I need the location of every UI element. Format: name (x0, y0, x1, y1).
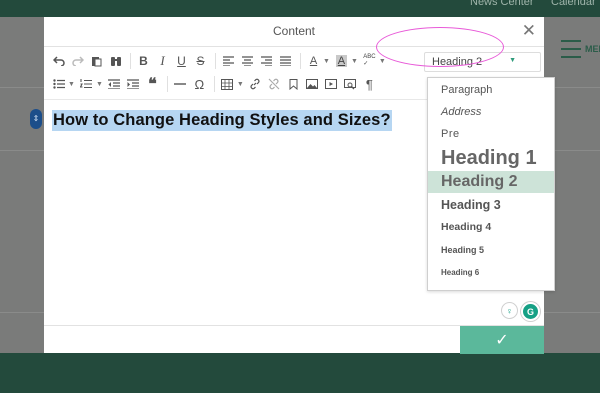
chevron-down-icon: ▼ (509, 57, 516, 64)
modal-header: Content ✕ (44, 17, 544, 47)
format-option-heading-2[interactable]: Heading 2 (428, 171, 554, 193)
redo-icon[interactable] (69, 52, 86, 70)
close-icon[interactable]: ✕ (522, 22, 536, 39)
toolbar-separator (130, 53, 131, 69)
background-footer (0, 353, 600, 393)
link-icon[interactable] (247, 75, 264, 93)
media-embed-icon[interactable] (342, 75, 359, 93)
format-option-heading-4[interactable]: Heading 4 (428, 218, 554, 236)
confirm-button[interactable]: ✓ (460, 326, 544, 354)
nav-link-news-center[interactable]: News Center (470, 0, 534, 8)
format-dropdown-menu: Paragraph Address Pre Heading 1 Heading … (427, 77, 555, 291)
selected-heading-text[interactable]: How to Change Heading Styles and Sizes? (52, 110, 392, 131)
italic-button[interactable]: I (154, 52, 171, 70)
modal-footer: ✓ (44, 325, 544, 354)
drag-handle-icon[interactable]: ⇕ (30, 109, 42, 129)
bulleted-list-icon[interactable] (50, 75, 67, 93)
outdent-icon[interactable] (106, 75, 123, 93)
chevron-down-icon[interactable]: ▼ (237, 81, 244, 88)
grammarly-icon[interactable]: G (521, 302, 540, 321)
video-icon[interactable] (323, 75, 340, 93)
modal-title: Content (272, 24, 316, 38)
undo-icon[interactable] (50, 52, 67, 70)
align-justify-icon[interactable] (277, 52, 294, 70)
bold-button[interactable]: B (135, 52, 152, 70)
toolbar-separator (213, 76, 215, 92)
unlink-icon[interactable] (266, 75, 283, 93)
chevron-down-icon[interactable]: ▼ (379, 58, 386, 65)
background-top-bar: News Center Calendar (0, 0, 600, 17)
format-select-value: Heading 2 (432, 56, 483, 68)
nav-link-calendar[interactable]: Calendar (551, 0, 596, 8)
table-icon[interactable] (219, 75, 236, 93)
blockquote-icon[interactable]: ❝ (144, 75, 161, 93)
format-option-heading-5[interactable]: Heading 5 (428, 241, 554, 259)
chevron-down-icon[interactable]: ▼ (68, 81, 75, 88)
align-center-icon[interactable] (239, 52, 256, 70)
format-select[interactable]: Heading 2 ▼ (424, 52, 541, 72)
find-icon[interactable] (107, 52, 124, 70)
indent-icon[interactable] (125, 75, 142, 93)
strikethrough-button[interactable]: S (192, 52, 209, 70)
numbered-list-icon[interactable] (78, 75, 95, 93)
format-option-pre[interactable]: Pre (428, 125, 554, 143)
chevron-down-icon[interactable]: ▼ (96, 81, 103, 88)
format-option-paragraph[interactable]: Paragraph (428, 81, 554, 99)
special-character-icon[interactable]: Ω (191, 75, 208, 93)
align-left-icon[interactable] (220, 52, 237, 70)
format-option-heading-6[interactable]: Heading 6 (428, 264, 554, 282)
toolbar-separator (215, 53, 216, 69)
lightbulb-icon[interactable]: ♀ (501, 302, 518, 319)
background-color-icon[interactable]: A (333, 52, 350, 70)
toolbar-row-1: B I U S A ▼ A ▼ ABC ✓ ▼ (50, 50, 389, 72)
image-icon[interactable] (304, 75, 321, 93)
align-right-icon[interactable] (258, 52, 275, 70)
chevron-down-icon[interactable]: ▼ (351, 58, 358, 65)
bookmark-icon[interactable] (285, 75, 302, 93)
horizontal-line-icon[interactable] (172, 75, 189, 93)
format-option-address[interactable]: Address (428, 103, 554, 121)
spellcheck-icon[interactable]: ABC ✓ (361, 52, 378, 70)
text-color-icon[interactable]: A (305, 52, 322, 70)
toolbar-row-2: ▼ ▼ ❝ Ω ▼ ¶ (50, 73, 380, 95)
underline-button[interactable]: U (173, 52, 190, 70)
paste-icon[interactable] (88, 52, 105, 70)
grammarly-widget: ♀ G (501, 302, 540, 321)
toolbar-separator (300, 53, 301, 69)
menu-label[interactable]: MEN (585, 44, 600, 54)
toolbar-separator (166, 76, 168, 92)
format-option-heading-3[interactable]: Heading 3 (428, 195, 554, 215)
chevron-down-icon[interactable]: ▼ (323, 58, 330, 65)
paragraph-mark-icon[interactable]: ¶ (361, 75, 378, 93)
format-option-heading-1[interactable]: Heading 1 (428, 146, 554, 171)
hamburger-menu-icon[interactable] (561, 40, 581, 64)
